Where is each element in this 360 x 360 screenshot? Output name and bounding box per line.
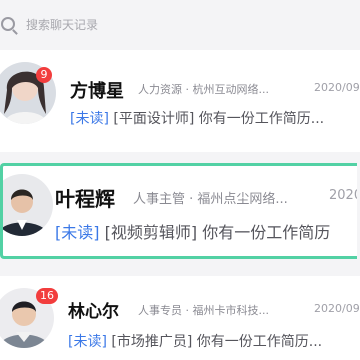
contact-name: 林心尔 bbox=[68, 302, 119, 322]
job-tag: [视频剪辑师] bbox=[104, 223, 198, 242]
message-text: 你有一份工作简历... bbox=[196, 334, 323, 350]
message-preview: [未读] [视频剪辑师] 你有一份工作简历 bbox=[55, 219, 330, 243]
job-tag: [平面设计师] bbox=[113, 111, 195, 127]
message-date: 2020/ bbox=[329, 188, 357, 203]
contact-meta: 人事专员 · 福州卡市科技... bbox=[138, 304, 269, 317]
message-preview: [未读] [平面设计师] 你有一份工作简历... bbox=[70, 108, 324, 128]
conversation-item-1[interactable]: 9 方博星 人力资源 · 杭州互动网络... 2020/09 [未读] [平面设… bbox=[0, 50, 360, 152]
search-bar[interactable]: 搜索聊天记录 bbox=[0, 0, 360, 50]
unread-count-badge: 16 bbox=[36, 288, 58, 304]
conversation-item-2[interactable]: 叶程辉 人事主管 · 福州点尘网络... 2020/ [未读] [视频剪辑师] … bbox=[0, 163, 357, 259]
message-preview: [未读] [市场推广员] 你有一份工作简历... bbox=[68, 331, 322, 351]
contact-meta: 人事主管 · 福州点尘网络... bbox=[133, 192, 288, 207]
message-text: 你有一份工作简历 bbox=[202, 223, 331, 242]
unread-count-badge: 9 bbox=[36, 67, 52, 83]
message-date: 2020/09 bbox=[314, 302, 360, 315]
conversation-item-3[interactable]: 16 林心尔 人事专员 · 福州卡市科技... 2020/09 [未读] [市场… bbox=[0, 276, 360, 360]
unread-tag: [未读] bbox=[70, 111, 109, 127]
contact-name: 叶程辉 bbox=[55, 187, 115, 211]
unread-tag: [未读] bbox=[68, 334, 107, 350]
job-tag: [市场推广员] bbox=[111, 334, 193, 350]
message-text: 你有一份工作简历... bbox=[198, 111, 325, 127]
search-placeholder: 搜索聊天记录 bbox=[26, 18, 99, 32]
contact-meta: 人力资源 · 杭州互动网络... bbox=[138, 83, 269, 96]
contact-name: 方博星 bbox=[70, 81, 124, 102]
avatar bbox=[3, 174, 53, 236]
unread-tag: [未读] bbox=[55, 223, 100, 242]
message-date: 2020/09 bbox=[314, 81, 360, 94]
search-icon bbox=[1, 17, 15, 31]
